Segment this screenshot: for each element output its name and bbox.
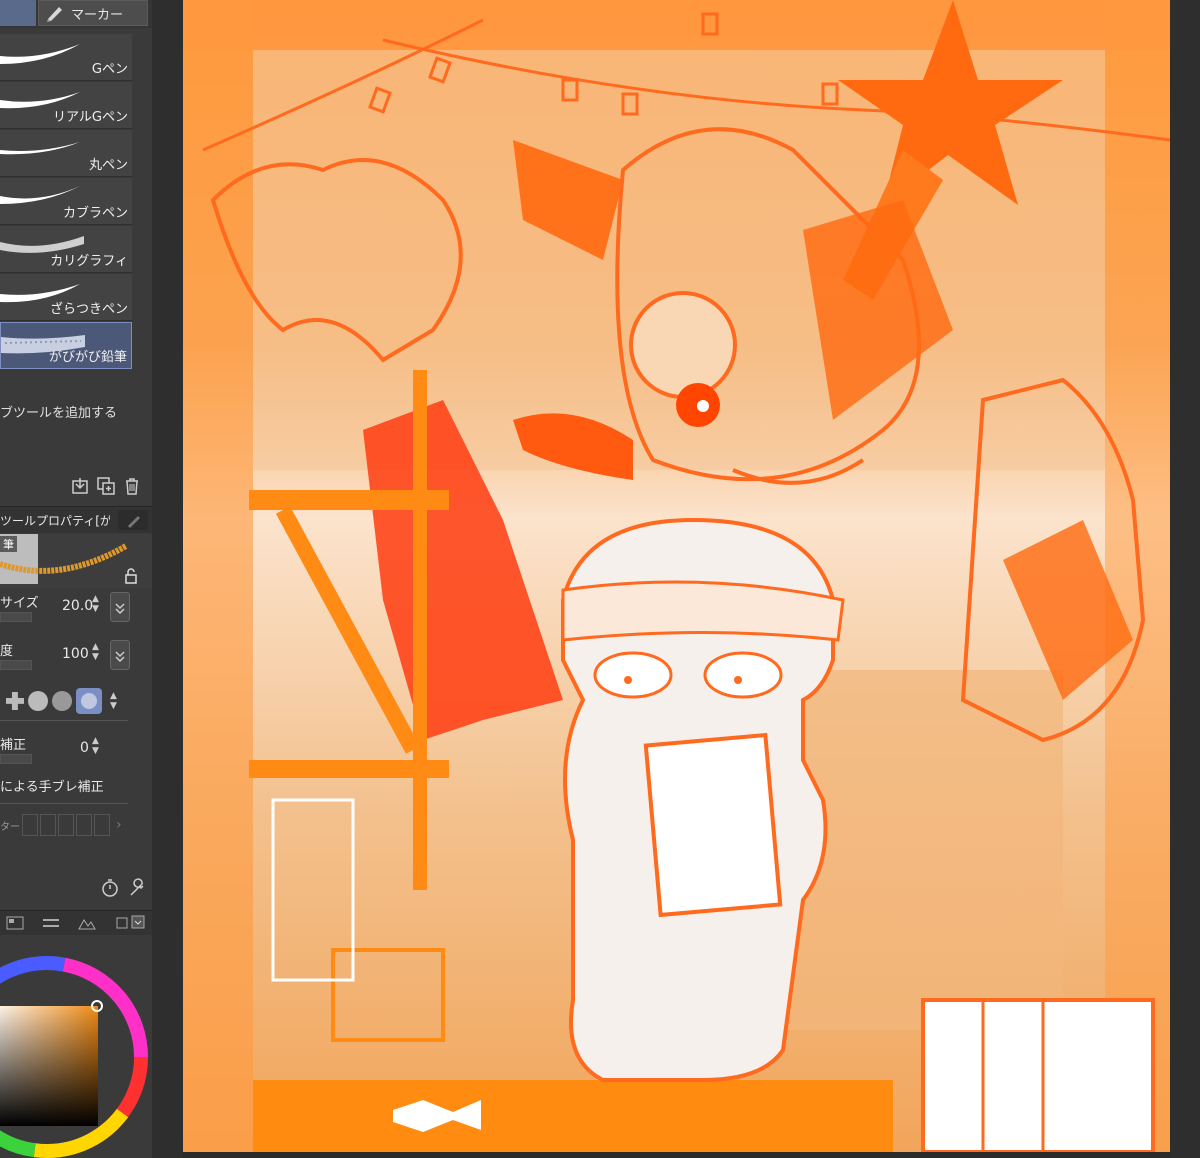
density-label: 度 xyxy=(0,644,14,659)
slider-icon xyxy=(43,919,59,927)
color-tab-1[interactable] xyxy=(0,913,30,933)
stabilization-slider[interactable] xyxy=(0,754,32,764)
brush-item-kabura-pen[interactable]: カブラペン xyxy=(0,178,132,225)
brush-preview: 筆 xyxy=(0,534,152,588)
density-property: 度 100 ▲ ▼ xyxy=(0,640,152,670)
duplicate-icon[interactable] xyxy=(96,476,116,496)
color-slot[interactable] xyxy=(40,814,56,836)
brush-stroke-preview xyxy=(0,44,80,64)
brush-tip-cross[interactable] xyxy=(6,692,24,710)
color-slot-row: ター › xyxy=(0,814,122,836)
size-slider[interactable] xyxy=(0,612,32,622)
speed-stabilization-property[interactable]: による手ブレ補正 xyxy=(0,776,152,806)
color-tab-4[interactable] xyxy=(112,913,150,933)
canvas-artwork xyxy=(183,0,1170,1152)
brush-tip-round-soft[interactable] xyxy=(52,691,72,711)
lock-icon[interactable] xyxy=(124,568,138,584)
subtool-actions xyxy=(70,476,142,496)
brush-label: がびがび鉛筆 xyxy=(48,350,127,365)
subtool-tab-marker[interactable]: マーカー xyxy=(38,0,148,26)
stabilization-value[interactable]: 0 xyxy=(80,740,89,756)
add-subtool-link[interactable]: ブツールを追加する xyxy=(0,402,152,421)
size-spinner[interactable]: ▲ ▼ xyxy=(92,594,99,614)
trash-icon[interactable] xyxy=(122,476,142,496)
brush-tip-selected[interactable] xyxy=(76,688,102,714)
brush-item-calligraphy[interactable]: カリグラフィ xyxy=(0,226,132,273)
brush-tip-selector: ▲ ▼ xyxy=(6,688,117,714)
dropdown-icon xyxy=(116,915,145,929)
subtool-tab-pen[interactable] xyxy=(0,0,36,26)
panel-divider xyxy=(152,0,183,1158)
stabilization-spinner[interactable]: ▲ ▼ xyxy=(92,736,99,756)
wrench-icon[interactable] xyxy=(128,878,148,898)
pencil-icon xyxy=(128,516,140,528)
panel-footer-tools xyxy=(100,878,148,898)
brush-label: Gペン xyxy=(91,62,128,77)
color-slot[interactable] xyxy=(76,814,92,836)
density-value[interactable]: 100 xyxy=(62,646,89,662)
brush-tip-spinner[interactable]: ▲ ▼ xyxy=(110,691,117,711)
marker-tab-label: マーカー xyxy=(71,7,124,23)
size-value[interactable]: 20.0 xyxy=(62,598,93,614)
speed-stabilization-label: による手ブレ補正 xyxy=(0,780,104,795)
check-icon xyxy=(115,603,125,614)
brush-item-g-pen[interactable]: Gペン xyxy=(0,34,132,81)
color-slot[interactable] xyxy=(58,814,74,836)
mountain-icon xyxy=(78,919,96,930)
brush-label: リアルGペン xyxy=(53,110,128,125)
color-wheel[interactable] xyxy=(0,954,150,1158)
density-spinner[interactable]: ▲ ▼ xyxy=(92,642,99,662)
drawing-canvas[interactable] xyxy=(183,0,1170,1152)
brush-list-scrollbar[interactable] xyxy=(134,28,152,373)
divider xyxy=(0,720,128,721)
brush-item-real-g-pen[interactable]: リアルGペン xyxy=(0,82,132,129)
stabilization-property: 補正 0 ▲ ▼ xyxy=(0,734,152,764)
timer-icon[interactable] xyxy=(100,878,120,898)
size-label: サイズ xyxy=(0,596,39,611)
color-panel-tabs xyxy=(0,910,152,935)
brush-item-round-pen[interactable]: 丸ペン xyxy=(0,130,132,177)
brush-tip-round-hard[interactable] xyxy=(28,691,48,711)
density-pressure-toggle[interactable] xyxy=(110,640,130,670)
tool-property-header: ツールプロパティ[が xyxy=(0,506,152,533)
divider xyxy=(0,803,128,804)
density-slider[interactable] xyxy=(0,660,32,670)
color-tab-3[interactable] xyxy=(72,913,102,933)
brush-label: カブラペン xyxy=(62,206,128,221)
color-slot[interactable] xyxy=(94,814,110,836)
size-pressure-toggle[interactable] xyxy=(110,592,130,622)
brush-stroke-preview xyxy=(0,142,80,155)
brush-item-rough-pen[interactable]: ざらつきペン xyxy=(0,274,132,321)
stabilization-label: 補正 xyxy=(0,738,27,753)
color-slot[interactable] xyxy=(22,814,38,836)
marker-icon xyxy=(47,7,62,22)
chevron-right-icon[interactable]: › xyxy=(116,817,122,833)
right-gutter xyxy=(1170,0,1200,1158)
color-slot-label: ター xyxy=(0,821,20,833)
size-property: サイズ 20.0 ▲ ▼ xyxy=(0,592,152,622)
tool-property-wrench-button[interactable] xyxy=(118,510,148,530)
palette-icon xyxy=(6,916,24,930)
brush-label: 丸ペン xyxy=(88,158,128,173)
tool-property-title: ツールプロパティ[が xyxy=(0,513,110,528)
brush-label: ざらつきペン xyxy=(49,302,128,317)
brush-item-gabigabi-pencil[interactable]: がびがび鉛筆 xyxy=(0,322,132,369)
subtool-tab-strip: マーカー xyxy=(0,0,152,28)
color-tab-2[interactable] xyxy=(36,913,66,933)
tool-panel: マーカー Gペン リアルGペン 丸ペン カブラペン カリグラフィ ざらつきペン … xyxy=(0,0,152,1158)
brush-label: カリグラフィ xyxy=(50,254,128,269)
check-icon xyxy=(115,651,125,662)
download-icon[interactable] xyxy=(70,476,90,496)
